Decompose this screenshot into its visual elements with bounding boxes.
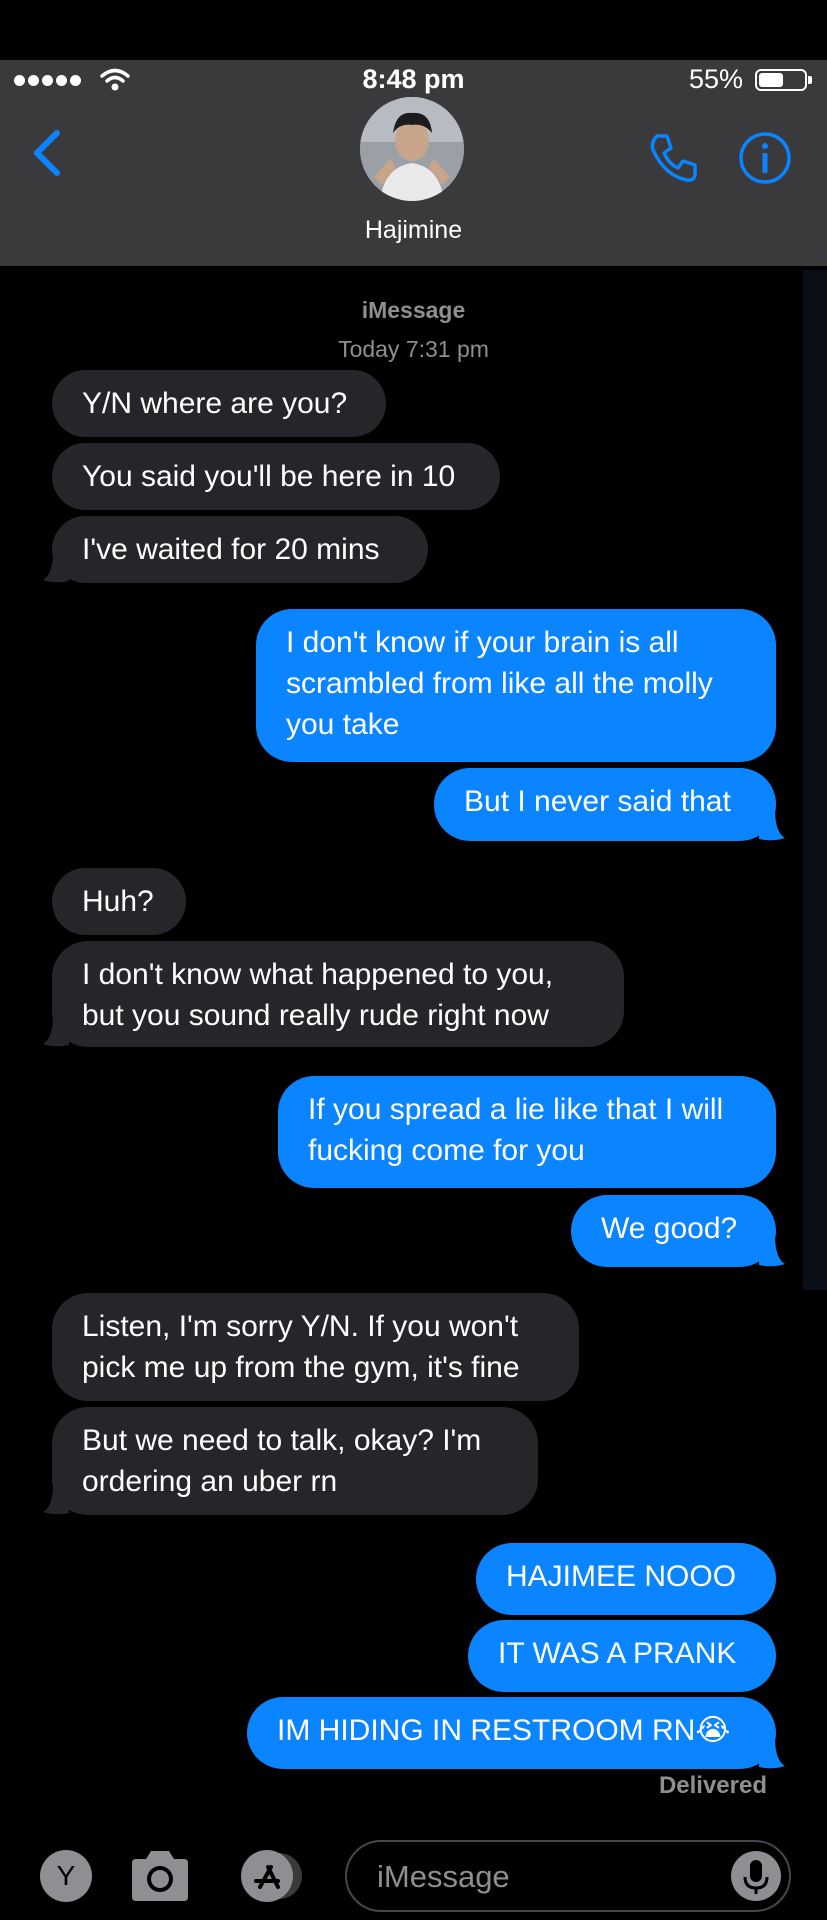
message-text: If you spread a lie like that I will bbox=[308, 1093, 724, 1126]
message-text: I don't know what happened to you, bbox=[82, 958, 554, 991]
message-text: ordering an uber rn bbox=[82, 1465, 338, 1498]
camera-icon[interactable] bbox=[128, 1847, 192, 1905]
incoming-message[interactable]: Y/N where are you? bbox=[52, 370, 386, 437]
message-text: But I never said that bbox=[464, 785, 731, 818]
bubble-tail bbox=[759, 813, 785, 841]
outgoing-message[interactable]: We good? bbox=[571, 1195, 785, 1267]
outgoing-message[interactable]: But I never said that bbox=[434, 768, 785, 841]
bubble-tail bbox=[43, 555, 69, 583]
message-input-placeholder: iMessage bbox=[377, 1859, 510, 1894]
message-text: Y/N where are you? bbox=[82, 387, 348, 420]
status-bar: 8:48 pm 55% bbox=[0, 60, 827, 100]
apps-button[interactable]: Y bbox=[40, 1850, 92, 1902]
avatar[interactable] bbox=[360, 97, 464, 201]
message-text: but you sound really rude right now bbox=[82, 999, 549, 1032]
outgoing-message[interactable]: IT WAS A PRANK bbox=[468, 1620, 776, 1692]
outgoing-message[interactable]: HAJIMEE NOOO bbox=[476, 1543, 776, 1615]
message-text: IM HIDING IN RESTROOM RN😭 bbox=[277, 1714, 731, 1747]
bubble-tail bbox=[43, 1019, 69, 1047]
incoming-message[interactable]: But we need to talk, okay? I'm ordering … bbox=[43, 1407, 538, 1515]
incoming-message[interactable]: I've waited for 20 mins bbox=[43, 516, 428, 583]
battery-percent: 55% bbox=[688, 64, 743, 94]
back-chevron-icon[interactable] bbox=[30, 128, 64, 178]
phone-icon[interactable] bbox=[645, 130, 701, 186]
message-text: I've waited for 20 mins bbox=[82, 533, 380, 566]
info-icon[interactable] bbox=[737, 130, 793, 186]
input-bar: Y iMessage bbox=[0, 1830, 827, 1920]
incoming-message[interactable]: Huh? bbox=[52, 868, 186, 935]
app-store-icon[interactable] bbox=[232, 1847, 310, 1905]
message-input[interactable]: iMessage bbox=[345, 1840, 791, 1912]
incoming-message[interactable]: Listen, I'm sorry Y/N. If you won't pick… bbox=[52, 1293, 579, 1401]
bubble-tail bbox=[43, 1487, 69, 1515]
outgoing-message[interactable]: If you spread a lie like that I will fuc… bbox=[278, 1076, 776, 1188]
message-text: Listen, I'm sorry Y/N. If you won't bbox=[82, 1310, 519, 1343]
thread-timestamp: Today 7:31 pm bbox=[338, 336, 489, 362]
message-text: We good? bbox=[601, 1212, 738, 1245]
message-text: Huh? bbox=[82, 885, 154, 918]
message-text: scrambled from like all the molly bbox=[286, 667, 713, 700]
message-text: But we need to talk, okay? I'm bbox=[82, 1424, 482, 1457]
service-label: iMessage bbox=[361, 297, 466, 323]
message-text: You said you'll be here in 10 bbox=[82, 460, 456, 493]
bubble-tail bbox=[759, 1239, 785, 1267]
battery-icon bbox=[755, 69, 812, 91]
message-text: IT WAS A PRANK bbox=[498, 1637, 737, 1670]
delivered-status: Delivered bbox=[658, 1772, 767, 1799]
message-text: fucking come for you bbox=[308, 1134, 585, 1167]
scroll-track[interactable] bbox=[803, 270, 827, 1290]
message-text: I don't know if your brain is all bbox=[286, 626, 679, 659]
message-text: you take bbox=[286, 708, 400, 741]
incoming-message[interactable]: You said you'll be here in 10 bbox=[52, 443, 500, 510]
outgoing-message[interactable]: IM HIDING IN RESTROOM RN😭 bbox=[247, 1697, 785, 1769]
outgoing-message[interactable]: I don't know if your brain is all scramb… bbox=[256, 609, 776, 762]
incoming-message[interactable]: I don't know what happened to you, but y… bbox=[43, 941, 624, 1047]
message-text: pick me up from the gym, it's fine bbox=[82, 1351, 520, 1384]
contact-name[interactable]: Hajimine bbox=[0, 216, 827, 245]
message-text: HAJIMEE NOOO bbox=[506, 1560, 737, 1593]
microphone-icon[interactable] bbox=[731, 1851, 781, 1901]
bubble-tail bbox=[759, 1741, 785, 1769]
